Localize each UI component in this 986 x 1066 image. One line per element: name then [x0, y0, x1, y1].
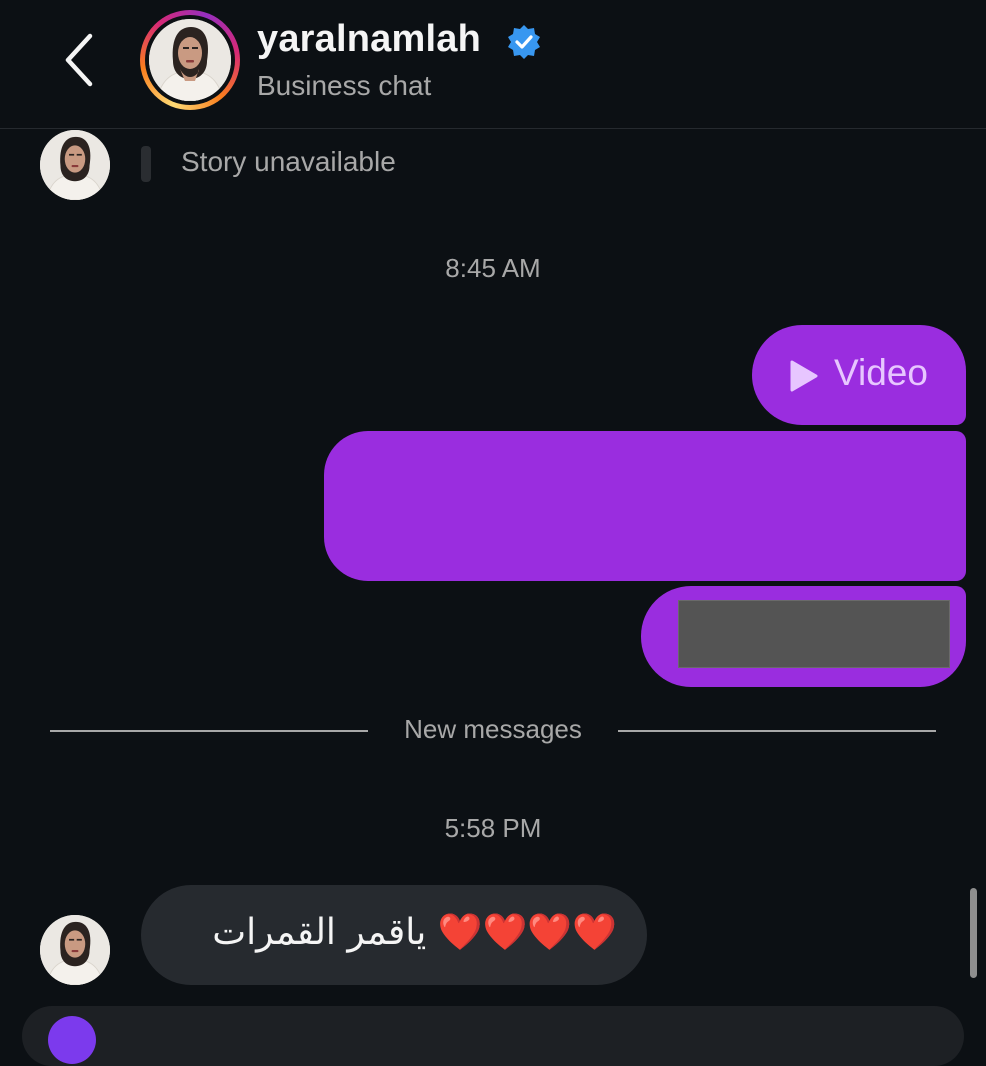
play-icon	[790, 360, 818, 392]
sender-avatar[interactable]	[40, 915, 110, 985]
video-label: Video	[834, 352, 928, 393]
outgoing-video-message[interactable]: Video	[752, 325, 966, 425]
message-composer[interactable]	[22, 1006, 964, 1066]
chat-subtitle: Business chat	[257, 70, 432, 101]
divider-line-right	[618, 730, 936, 732]
story-unavailable-label: Story unavailable	[181, 146, 396, 177]
incoming-message[interactable]: ❤️❤️❤️❤️ ياقمر القمرات	[141, 885, 647, 985]
outgoing-redacted-message[interactable]	[641, 586, 966, 687]
chat-header: yaralnamlah Business chat	[0, 0, 986, 129]
verified-badge-icon	[508, 25, 540, 59]
back-button[interactable]	[56, 30, 104, 90]
avatar-image	[149, 19, 231, 101]
message-timestamp: 5:58 PM	[444, 813, 542, 843]
message-timestamp: 8:45 AM	[445, 253, 541, 283]
profile-avatar[interactable]	[140, 10, 240, 110]
incoming-message-text: ❤️❤️❤️❤️ ياقمر القمرات	[212, 912, 617, 953]
story-reply-indicator	[141, 146, 151, 182]
outgoing-message[interactable]	[324, 431, 966, 581]
redacted-block	[678, 600, 950, 668]
scrollbar[interactable]	[970, 888, 977, 978]
chat-title-username[interactable]: yaralnamlah	[257, 18, 481, 61]
chevron-left-icon	[65, 33, 93, 87]
camera-button[interactable]	[48, 1016, 96, 1064]
sender-avatar[interactable]	[40, 130, 110, 200]
